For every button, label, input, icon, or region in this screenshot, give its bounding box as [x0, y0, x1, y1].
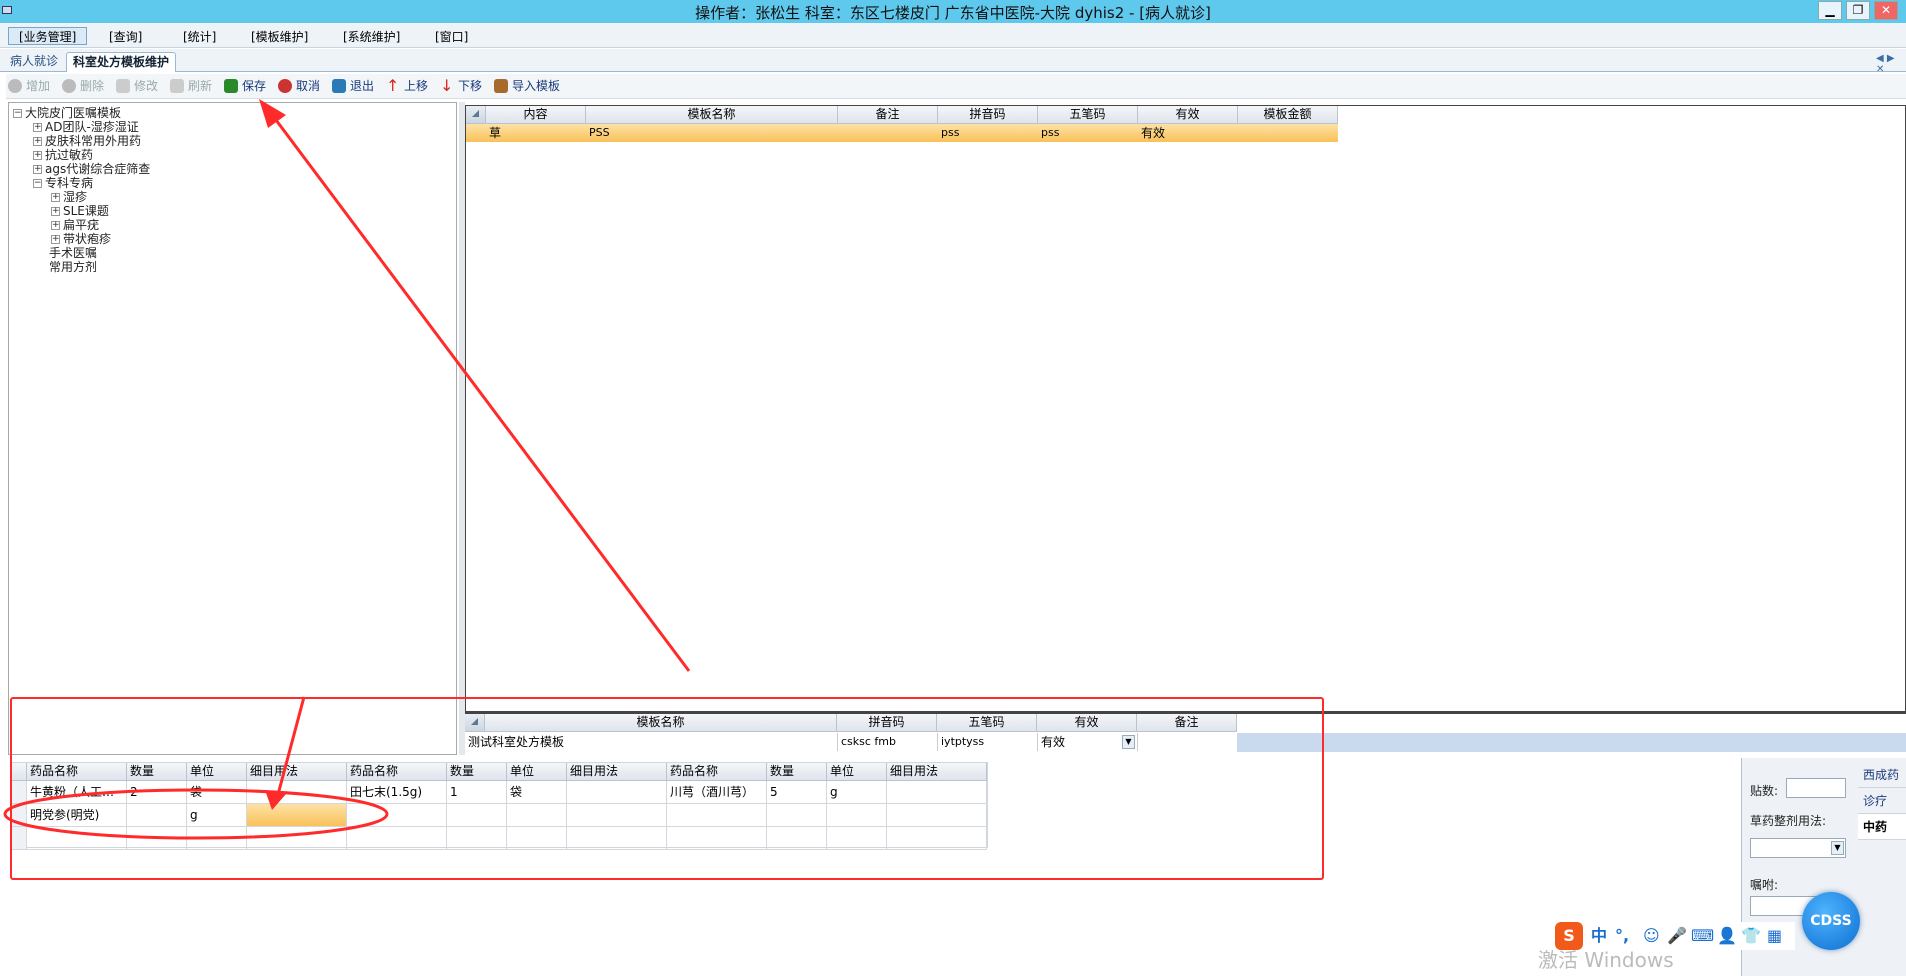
exit-icon — [332, 79, 346, 93]
tab-chinese-medicine[interactable]: 中药 — [1858, 814, 1906, 840]
col-template-name[interactable]: 模板名称 — [586, 106, 838, 124]
menu-stats[interactable]: [统计] — [172, 27, 227, 45]
tree-item[interactable]: + 皮肤科常用外用药 — [33, 134, 141, 148]
expand-icon[interactable]: + — [51, 207, 60, 216]
col-pinyin[interactable]: 拼音码 — [938, 106, 1038, 124]
template-tree: − 大院皮门医嘱模板 + AD团队-湿疹湿证 + 皮肤科常用外用药 + 抗过敏药 + ag… — [8, 102, 457, 755]
usage-select[interactable]: ▼ — [1750, 838, 1846, 858]
collapse-icon[interactable]: − — [33, 179, 42, 188]
floppy-disk-icon — [224, 79, 238, 93]
tree-subitem[interactable]: + 带状疱疹 — [51, 232, 111, 246]
chevron-down-icon[interactable]: ▼ — [1831, 841, 1844, 855]
import-icon — [494, 79, 508, 93]
expand-icon[interactable]: + — [51, 235, 60, 244]
import-template-button[interactable]: 导入模板 — [494, 77, 560, 96]
annotation-box — [10, 697, 1324, 880]
toolbox-icon[interactable]: ▦ — [1767, 926, 1782, 946]
exit-button[interactable]: 退出 — [332, 77, 374, 96]
skin-icon[interactable]: 👕 — [1741, 926, 1761, 946]
collapse-icon[interactable]: − — [13, 109, 22, 118]
add-icon — [8, 79, 22, 93]
expand-icon[interactable]: + — [33, 137, 42, 146]
sogou-logo-icon[interactable]: S — [1555, 922, 1583, 950]
ime-chinese-icon[interactable]: 中 — [1591, 926, 1607, 946]
expand-icon[interactable]: + — [51, 193, 60, 202]
menu-business[interactable]: [业务管理] — [8, 27, 88, 45]
refresh-icon — [170, 79, 184, 93]
usage-label: 草药整剂用法: — [1750, 814, 1827, 828]
tab-dept-rx-template[interactable]: 科室处方模板维护 — [66, 52, 177, 72]
expand-icon[interactable]: + — [33, 165, 42, 174]
menu-system[interactable]: [系统维护] — [332, 27, 411, 45]
tree-item[interactable]: + 抗过敏药 — [33, 148, 93, 162]
keyboard-icon[interactable]: ⌨ — [1691, 926, 1714, 946]
tree-subitem[interactable]: + SLE课题 — [51, 204, 109, 218]
tree-item[interactable]: 手术医嘱 — [49, 246, 97, 260]
col-valid[interactable]: 有效 — [1138, 106, 1238, 124]
tree-subitem[interactable]: + 湿疹 — [51, 190, 87, 204]
tab-patient-visit[interactable]: 病人就诊 — [4, 52, 64, 72]
window-title: 操作者：张松生 科室：东区七楼皮门 广东省中医院-大院 dyhis2 - [病人… — [695, 4, 1211, 22]
undo-icon — [278, 79, 292, 93]
grid-corner-icon — [466, 106, 486, 124]
ime-punct-icon[interactable]: °, — [1615, 926, 1629, 946]
tree-item[interactable]: + AD团队-湿疹湿证 — [33, 120, 139, 134]
edit-button[interactable]: 修改 — [116, 77, 158, 96]
restore-button[interactable]: ❐ — [1846, 1, 1870, 20]
move-up-button[interactable]: ↑ 上移 — [386, 77, 428, 96]
arrow-down-icon: ↓ — [440, 76, 454, 95]
menu-bar: [业务管理] [查询] [统计] [模板维护] [系统维护] [窗口] — [0, 23, 1906, 48]
save-button[interactable]: 保存 — [224, 77, 266, 96]
template-content-grid: 内容 模板名称 备注 拼音码 五笔码 有效 模板金额 草 PSS pss pss… — [465, 105, 1906, 712]
minimize-button[interactable]: ▁ — [1818, 1, 1842, 20]
col-wubi[interactable]: 五笔码 — [1038, 106, 1138, 124]
tie-count-label: 贴数: — [1750, 784, 1779, 798]
cdss-button[interactable]: CDSS — [1802, 892, 1860, 950]
refresh-button[interactable]: 刷新 — [170, 77, 212, 96]
tab-treatment[interactable]: 诊疗 — [1858, 788, 1906, 814]
advice-label: 嘱咐: — [1750, 878, 1779, 892]
col-amount[interactable]: 模板金额 — [1238, 106, 1338, 124]
tree-item[interactable]: − 专科专病 — [33, 176, 93, 190]
table-row[interactable]: 草 PSS pss pss 有效 — [466, 124, 1338, 142]
user-icon[interactable]: 👤 — [1717, 926, 1737, 946]
col-remark[interactable]: 备注 — [838, 106, 938, 124]
expand-icon[interactable]: + — [51, 221, 60, 230]
expand-icon[interactable]: + — [33, 151, 42, 160]
tab-western-medicine[interactable]: 西成药 — [1858, 762, 1906, 788]
add-button[interactable]: 增加 — [8, 77, 50, 96]
menu-window[interactable]: [窗口] — [424, 27, 479, 45]
edit-icon — [116, 79, 130, 93]
tab-scroll-icon[interactable]: ◀ ▶ ✕ — [1876, 53, 1906, 75]
tree-item[interactable]: 常用方剂 — [49, 260, 97, 274]
expand-icon[interactable]: + — [33, 123, 42, 132]
tree-root[interactable]: − 大院皮门医嘱模板 — [13, 106, 121, 120]
tie-count-input[interactable] — [1786, 778, 1846, 798]
menu-template[interactable]: [模板维护] — [240, 27, 319, 45]
delete-icon — [62, 79, 76, 93]
menu-query[interactable]: [查询] — [98, 27, 153, 45]
ime-toolbar: S 中 °, ☺ 🎤 ⌨ 👤 👕 ▦ — [1555, 922, 1795, 950]
close-button[interactable]: ✕ — [1874, 1, 1898, 20]
title-bar: 操作者：张松生 科室：东区七楼皮门 广东省中医院-大院 dyhis2 - [病人… — [0, 0, 1906, 23]
col-content[interactable]: 内容 — [486, 106, 586, 124]
tree-item[interactable]: + ags代谢综合症筛查 — [33, 162, 150, 176]
delete-button[interactable]: 删除 — [62, 77, 104, 96]
arrow-up-icon: ↑ — [386, 76, 400, 95]
emoji-icon[interactable]: ☺ — [1643, 926, 1660, 946]
row-filler — [1237, 733, 1906, 752]
microphone-icon[interactable]: 🎤 — [1667, 926, 1687, 946]
tab-bar: 病人就诊 科室处方模板维护 ◀ ▶ ✕ — [0, 49, 1906, 75]
tree-subitem[interactable]: + 扁平疣 — [51, 218, 99, 232]
cancel-button[interactable]: 取消 — [278, 77, 320, 96]
toolbar: 增加 删除 修改 刷新 保存 取消 退出 ↑ 上移 ↓ 下移 导入模板 — [6, 74, 1906, 99]
move-down-button[interactable]: ↓ 下移 — [440, 77, 482, 96]
